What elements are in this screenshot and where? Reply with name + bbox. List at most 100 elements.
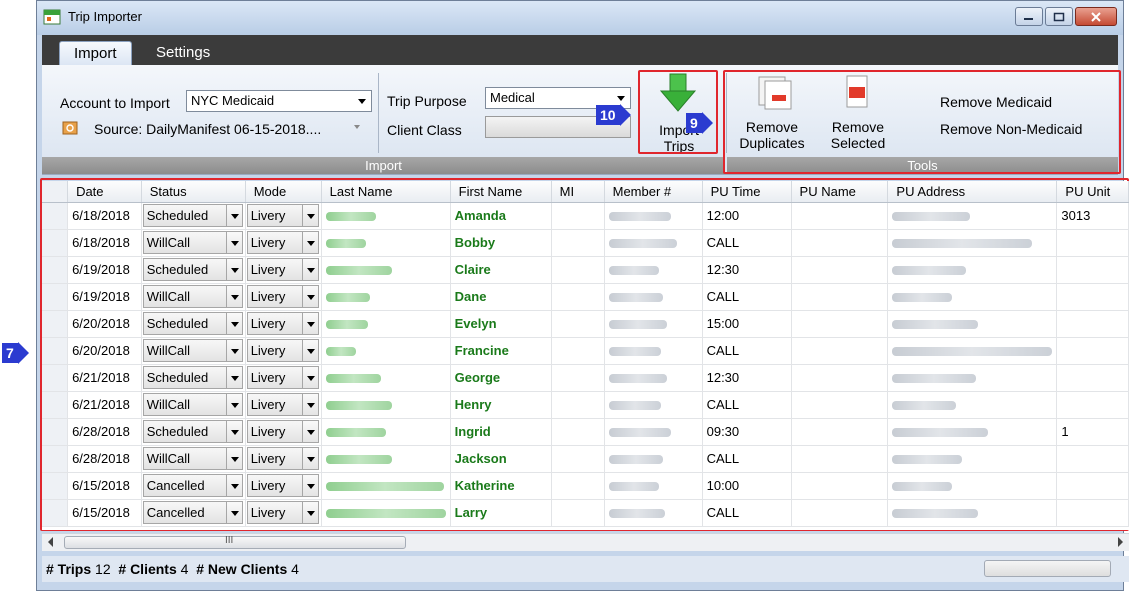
row-header[interactable]	[42, 391, 69, 419]
chevron-down-icon[interactable]	[301, 313, 318, 334]
cell-last-name[interactable]	[321, 445, 451, 473]
status-dropdown[interactable]: Scheduled	[142, 258, 243, 281]
cell-status[interactable]: Scheduled	[141, 364, 246, 392]
cell-last-name[interactable]	[321, 229, 451, 257]
title-bar[interactable]: Trip Importer	[37, 1, 1123, 35]
cell-pu-unit[interactable]	[1056, 499, 1129, 527]
mode-dropdown[interactable]: Livery	[246, 393, 319, 416]
cell-first-name[interactable]: Amanda	[450, 202, 552, 230]
cell-pu-time[interactable]: CALL	[702, 391, 792, 419]
cell-mi[interactable]	[551, 229, 605, 257]
row-header[interactable]	[42, 499, 69, 527]
chevron-down-icon[interactable]	[225, 259, 242, 280]
cell-pu-address[interactable]	[887, 229, 1058, 257]
cell-mode[interactable]: Livery	[245, 310, 322, 338]
cell-mode[interactable]: Livery	[245, 472, 322, 500]
row-header[interactable]	[42, 472, 69, 500]
table-row[interactable]: 6/21/2018 Scheduled Livery George 12:30	[42, 364, 1129, 392]
row-header[interactable]	[42, 310, 69, 338]
cell-date[interactable]: 6/18/2018	[67, 202, 142, 230]
cell-pu-time[interactable]: 12:30	[702, 364, 792, 392]
chevron-down-icon[interactable]	[301, 259, 318, 280]
cell-pu-address[interactable]	[887, 337, 1058, 365]
cell-pu-unit[interactable]: 3013	[1056, 202, 1129, 230]
row-header-corner[interactable]	[42, 181, 69, 203]
scroll-right-icon[interactable]	[1118, 537, 1123, 547]
cell-date[interactable]: 6/21/2018	[67, 364, 142, 392]
cell-status[interactable]: WillCall	[141, 229, 246, 257]
cell-mode[interactable]: Livery	[245, 337, 322, 365]
cell-pu-unit[interactable]	[1056, 283, 1129, 311]
table-row[interactable]: 6/19/2018 Scheduled Livery Claire 12:30	[42, 256, 1129, 284]
col-header-member-number[interactable]: Member #	[604, 181, 703, 203]
table-row[interactable]: 6/28/2018 WillCall Livery Jackson CALL	[42, 445, 1129, 473]
status-dropdown[interactable]: Cancelled	[142, 501, 243, 524]
cell-pu-address[interactable]	[887, 445, 1058, 473]
cell-first-name[interactable]: Francine	[450, 337, 552, 365]
status-dropdown[interactable]: Cancelled	[142, 474, 243, 497]
cell-pu-name[interactable]	[791, 418, 889, 446]
cell-first-name[interactable]: Larry	[450, 499, 552, 527]
cell-pu-unit[interactable]	[1056, 229, 1129, 257]
mode-dropdown[interactable]: Livery	[246, 231, 319, 254]
mode-dropdown[interactable]: Livery	[246, 285, 319, 308]
chevron-down-icon[interactable]	[225, 232, 242, 253]
cell-pu-name[interactable]	[791, 310, 889, 338]
cell-first-name[interactable]: Dane	[450, 283, 552, 311]
cell-pu-time[interactable]: 09:30	[702, 418, 792, 446]
cell-member-number[interactable]	[604, 418, 703, 446]
cell-pu-unit[interactable]	[1056, 337, 1129, 365]
chevron-down-icon[interactable]	[301, 394, 318, 415]
cell-last-name[interactable]	[321, 337, 451, 365]
cell-mi[interactable]	[551, 202, 605, 230]
col-header-last-name[interactable]: Last Name	[321, 181, 451, 203]
cell-status[interactable]: Cancelled	[141, 472, 246, 500]
cell-date[interactable]: 6/15/2018	[67, 472, 142, 500]
status-dropdown[interactable]: Scheduled	[142, 366, 243, 389]
row-header[interactable]	[42, 229, 69, 257]
mode-dropdown[interactable]: Livery	[246, 204, 319, 227]
col-header-first-name[interactable]: First Name	[450, 181, 552, 203]
cell-last-name[interactable]	[321, 202, 451, 230]
cell-mi[interactable]	[551, 391, 605, 419]
chevron-down-icon[interactable]	[225, 502, 242, 523]
cell-last-name[interactable]	[321, 283, 451, 311]
cell-status[interactable]: WillCall	[141, 283, 246, 311]
chevron-down-icon[interactable]	[301, 367, 318, 388]
cell-last-name[interactable]	[321, 418, 451, 446]
row-header[interactable]	[42, 418, 69, 446]
cell-mi[interactable]	[551, 418, 605, 446]
cell-mi[interactable]	[551, 472, 605, 500]
cell-first-name[interactable]: George	[450, 364, 552, 392]
cell-mode[interactable]: Livery	[245, 283, 322, 311]
table-row[interactable]: 6/21/2018 WillCall Livery Henry CALL	[42, 391, 1129, 419]
row-header[interactable]	[42, 445, 69, 473]
cell-mi[interactable]	[551, 337, 605, 365]
cell-pu-name[interactable]	[791, 283, 889, 311]
col-header-status[interactable]: Status	[141, 181, 246, 203]
col-header-mi[interactable]: MI	[551, 181, 605, 203]
cell-pu-name[interactable]	[791, 337, 889, 365]
cell-pu-name[interactable]	[791, 472, 889, 500]
status-dropdown[interactable]: WillCall	[142, 285, 243, 308]
mode-dropdown[interactable]: Livery	[246, 339, 319, 362]
status-dropdown[interactable]: Scheduled	[142, 312, 243, 335]
cell-mi[interactable]	[551, 364, 605, 392]
cell-last-name[interactable]	[321, 499, 451, 527]
col-header-pu-name[interactable]: PU Name	[791, 181, 889, 203]
cell-last-name[interactable]	[321, 391, 451, 419]
chevron-down-icon[interactable]	[301, 502, 318, 523]
cell-last-name[interactable]	[321, 472, 451, 500]
col-header-date[interactable]: Date	[67, 181, 142, 203]
cell-pu-name[interactable]	[791, 202, 889, 230]
mode-dropdown[interactable]: Livery	[246, 420, 319, 443]
cell-pu-time[interactable]: CALL	[702, 499, 792, 527]
chevron-down-icon[interactable]	[301, 286, 318, 307]
table-row[interactable]: 6/15/2018 Cancelled Livery Katherine 10:00	[42, 472, 1129, 500]
cell-first-name[interactable]: Jackson	[450, 445, 552, 473]
cell-pu-address[interactable]	[887, 202, 1058, 230]
chevron-down-icon[interactable]	[225, 205, 242, 226]
mode-dropdown[interactable]: Livery	[246, 447, 319, 470]
cell-member-number[interactable]	[604, 445, 703, 473]
mode-dropdown[interactable]: Livery	[246, 258, 319, 281]
